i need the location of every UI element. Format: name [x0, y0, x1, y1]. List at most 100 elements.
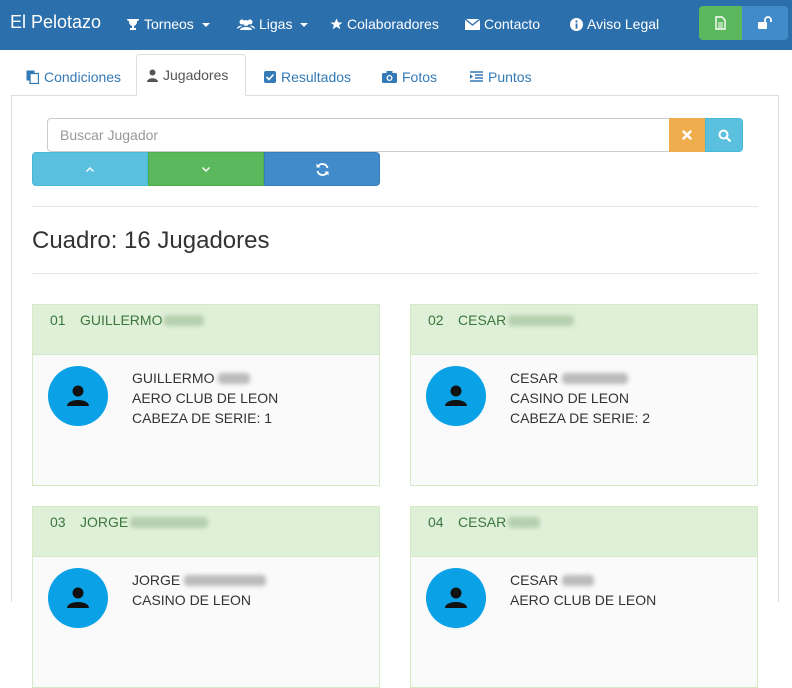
redacted-surname	[508, 314, 575, 326]
tab-jugadores-label: Jugadores	[163, 67, 229, 83]
nav-aviso-legal-label: Aviso Legal	[587, 16, 660, 32]
tab-resultados[interactable]: Resultados	[254, 58, 361, 95]
close-icon	[682, 130, 692, 140]
tab-condiciones[interactable]: Condiciones	[16, 58, 131, 95]
nav-colaboradores-label: Colaboradores	[347, 16, 439, 32]
user-icon	[67, 385, 89, 406]
player-club: CASINO DE LEON	[132, 592, 252, 608]
redacted-surname	[218, 372, 251, 384]
caret-down-icon	[300, 23, 309, 27]
player-first-name: CESAR	[458, 312, 507, 328]
panel-border-right	[778, 96, 779, 602]
player-full-name: GUILLERMO	[132, 370, 215, 386]
player-first-name: JORGE	[80, 514, 129, 530]
avatar	[426, 568, 486, 628]
nav-contacto[interactable]: Contacto	[465, 16, 540, 32]
player-card-header: 03 JORGE	[33, 507, 379, 557]
unlock-icon	[758, 16, 772, 29]
player-first-name: GUILLERMO	[80, 312, 163, 328]
nav-ligas[interactable]: Ligas	[237, 16, 309, 32]
player-header-name: JORGE	[80, 514, 209, 530]
search-button[interactable]	[705, 118, 743, 152]
user-icon	[445, 385, 467, 406]
search-icon	[718, 129, 731, 142]
player-info: JORGE CASINO DE LEON	[132, 570, 267, 610]
nav-ligas-label: Ligas	[259, 16, 293, 32]
redacted-surname	[562, 372, 629, 384]
nav-torneos-label: Torneos	[144, 16, 194, 32]
player-full-name: CESAR	[510, 572, 559, 588]
player-full-name: JORGE	[132, 572, 181, 588]
player-info: CESAR CASINO DE LEON CABEZA DE SERIE: 2	[510, 368, 650, 428]
player-club: AERO CLUB DE LEON	[132, 390, 279, 406]
divider	[32, 273, 758, 274]
user-icon	[147, 69, 158, 82]
refresh-button[interactable]	[264, 152, 380, 186]
star-icon	[330, 18, 343, 29]
page-title: Cuadro: 16 Jugadores	[32, 227, 270, 254]
panel-border-left	[11, 96, 12, 602]
player-info: GUILLERMO AERO CLUB DE LEON CABEZA DE SE…	[132, 368, 278, 428]
document-icon	[715, 16, 726, 30]
player-card[interactable]: 03 JORGE JORGE CASINO DE LEON	[32, 506, 380, 688]
checkbox-icon	[264, 70, 276, 83]
redacted-surname	[184, 574, 267, 586]
tab-puntos-label: Puntos	[488, 68, 532, 85]
unlock-button[interactable]	[742, 6, 788, 40]
caret-down-icon	[201, 23, 210, 27]
chevron-up-icon	[86, 166, 94, 172]
redacted-surname	[164, 314, 205, 326]
avatar	[48, 366, 108, 426]
tab-resultados-label: Resultados	[281, 68, 352, 85]
brand-logo[interactable]: El Pelotazo	[10, 12, 101, 33]
expand-down-button[interactable]	[148, 152, 264, 186]
redacted-surname	[508, 516, 541, 528]
copy-icon	[26, 70, 39, 84]
divider	[32, 206, 758, 207]
player-header-name: CESAR	[458, 312, 575, 328]
users-icon	[237, 19, 255, 30]
player-full-name: CESAR	[510, 370, 559, 386]
envelope-icon	[465, 18, 480, 30]
player-card-header: 02 CESAR	[411, 305, 757, 355]
player-card[interactable]: 01 GUILLERMO GUILLERMO AERO CLUB DE LEON…	[32, 304, 380, 486]
user-icon	[67, 587, 89, 608]
redacted-surname	[562, 574, 595, 586]
clear-search-button[interactable]	[669, 118, 705, 152]
player-header-name: CESAR	[458, 514, 541, 530]
nav-aviso-legal[interactable]: Aviso Legal	[570, 16, 659, 32]
player-first-name: CESAR	[458, 514, 507, 530]
player-card[interactable]: 02 CESAR CESAR CASINO DE LEON CABEZA DE …	[410, 304, 758, 486]
refresh-icon	[316, 162, 328, 176]
player-card[interactable]: 04 CESAR CESAR AERO CLUB DE LEON	[410, 506, 758, 688]
player-card-header: 04 CESAR	[411, 507, 757, 557]
nav-contacto-label: Contacto	[484, 16, 541, 32]
player-number: 03	[50, 514, 66, 530]
avatar	[48, 568, 108, 628]
user-icon	[445, 587, 467, 608]
redacted-surname	[130, 516, 209, 528]
player-number: 01	[50, 312, 66, 328]
player-club: CASINO DE LEON	[510, 390, 630, 406]
search-player-input[interactable]	[47, 118, 669, 152]
tab-jugadores[interactable]: Jugadores	[136, 54, 246, 96]
tab-condiciones-label: Condiciones	[44, 68, 122, 85]
nav-colaboradores[interactable]: Colaboradores	[330, 16, 439, 32]
tab-puntos[interactable]: Puntos	[460, 58, 542, 95]
camera-icon	[382, 70, 397, 83]
tabs-baseline	[11, 95, 779, 96]
player-seed: CABEZA DE SERIE: 1	[132, 410, 273, 426]
player-card-header: 01 GUILLERMO	[33, 305, 379, 355]
player-number: 04	[428, 514, 444, 530]
tab-fotos-label: Fotos	[402, 68, 438, 85]
document-button[interactable]	[699, 6, 742, 40]
top-navbar: El Pelotazo Torneos Ligas Colaboradores …	[0, 0, 792, 50]
tab-fotos[interactable]: Fotos	[372, 58, 447, 95]
trophy-icon	[127, 18, 139, 30]
chevron-down-icon	[202, 166, 210, 172]
player-info: CESAR AERO CLUB DE LEON	[510, 570, 656, 610]
nav-torneos[interactable]: Torneos	[126, 16, 210, 32]
collapse-up-button[interactable]	[32, 152, 148, 186]
player-header-name: GUILLERMO	[80, 312, 205, 328]
player-club: AERO CLUB DE LEON	[510, 592, 657, 608]
